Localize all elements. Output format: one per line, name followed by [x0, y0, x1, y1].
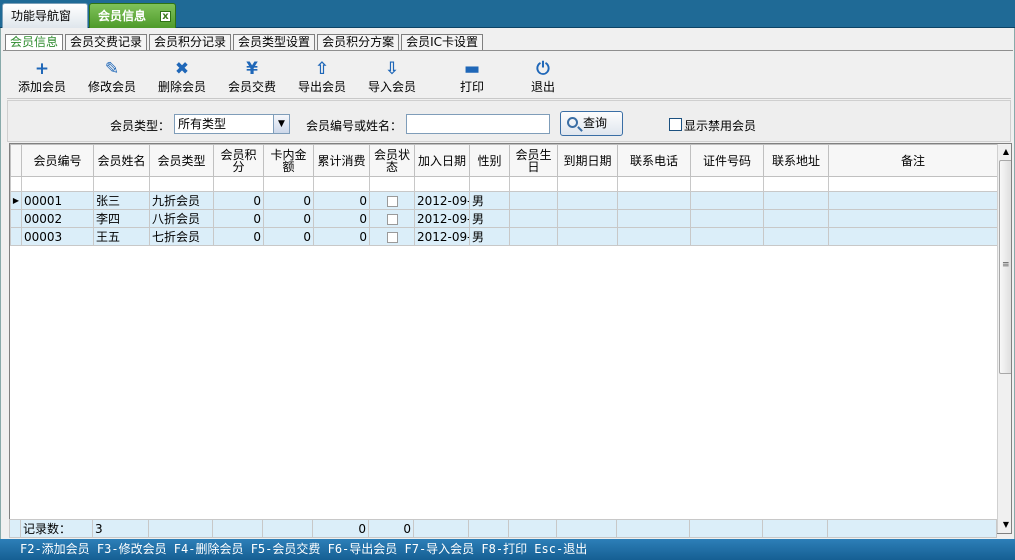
search-label: 会员编号或姓名：: [306, 119, 403, 133]
member-status-checkbox[interactable]: [386, 231, 398, 243]
vertical-scrollbar[interactable]: ▲ ≡ ▼: [997, 144, 1011, 533]
edit-member-label: 修改会员: [87, 80, 136, 94]
tab-nav-window[interactable]: 功能导航窗口: [2, 3, 88, 48]
query-label: 查询: [583, 116, 608, 130]
column-header[interactable]: 证件号码: [690, 144, 764, 177]
close-icon[interactable]: x: [160, 11, 171, 22]
row-indicator-header: [10, 144, 22, 177]
power-icon: ⏻: [536, 59, 550, 79]
export-member-label: 导出会员: [297, 80, 346, 94]
scroll-up-icon[interactable]: ▲: [999, 145, 1011, 159]
subtab-points-scheme[interactable]: 会员积分方案: [317, 34, 400, 50]
print-button[interactable]: ▬ 打印: [441, 58, 503, 98]
subtab-ic-card-settings[interactable]: 会员IC卡设置: [401, 34, 483, 50]
column-header[interactable]: 会员编号: [21, 144, 94, 177]
chevron-down-icon[interactable]: ▼: [273, 115, 289, 133]
member-status-checkbox[interactable]: [386, 195, 398, 207]
column-header[interactable]: 联系地址: [763, 144, 829, 177]
print-label: 打印: [459, 80, 484, 94]
column-header[interactable]: 备注: [828, 144, 998, 177]
member-grid: 会员编号 会员姓名 会员类型 会员积分 卡内金额 累计消费 会员状态 加入日期 …: [9, 143, 1012, 534]
member-payment-label: 会员交费: [227, 80, 276, 94]
window-tab-bar: 功能导航窗口 会员信息 x: [0, 0, 1015, 48]
tab-member-info-label: 会员信息: [98, 9, 147, 23]
add-member-button[interactable]: + 添加会员: [11, 58, 73, 98]
grip-icon: ≡: [1002, 260, 1010, 270]
filter-panel: 会员类型： 所有类型 ▼ 会员编号或姓名： 查询 显示禁用会员: [7, 100, 1011, 142]
exit-label: 退出: [530, 80, 555, 94]
toolbar: + 添加会员 ✎ 修改会员 ✖ 删除会员 ¥ 会员交费 ⇧ 导出会员 ⇩ 导入会…: [7, 58, 1007, 98]
delete-member-button[interactable]: ✖ 删除会员: [151, 58, 213, 98]
search-icon: [567, 117, 578, 128]
show-disabled-label: 显示禁用会员: [684, 119, 757, 133]
column-header[interactable]: 性别: [469, 144, 510, 177]
cross-icon: ✖: [174, 59, 190, 79]
member-type-value: 所有类型: [178, 117, 227, 131]
exit-button[interactable]: ⏻ 退出: [512, 58, 574, 98]
summary-row: 记录数： 3 0 0: [9, 519, 997, 538]
column-header[interactable]: 会员类型: [149, 144, 214, 177]
member-table: 会员编号 会员姓名 会员类型 会员积分 卡内金额 累计消费 会员状态 加入日期 …: [10, 144, 998, 246]
column-header[interactable]: 联系电话: [617, 144, 691, 177]
content-frame: 会员信息 会员交费记录 会员积分记录 会员类型设置 会员积分方案 会员IC卡设置…: [0, 28, 1015, 560]
subtab-member-info[interactable]: 会员信息: [5, 34, 64, 51]
spent-total: 0: [368, 519, 414, 538]
import-member-label: 导入会员: [367, 80, 416, 94]
sub-tab-bar: 会员信息 会员交费记录 会员积分记录 会员类型设置 会员积分方案 会员IC卡设置: [5, 34, 485, 51]
column-header[interactable]: 累计消费: [313, 144, 370, 177]
balance-total: 0: [312, 519, 369, 538]
edit-member-button[interactable]: ✎ 修改会员: [81, 58, 143, 98]
export-member-button[interactable]: ⇧ 导出会员: [291, 58, 353, 98]
subtab-payment-records[interactable]: 会员交费记录: [65, 34, 148, 50]
header-row: 会员编号 会员姓名 会员类型 会员积分 卡内金额 累计消费 会员状态 加入日期 …: [10, 144, 998, 177]
column-header[interactable]: 会员状态: [369, 144, 415, 177]
tab-member-info[interactable]: 会员信息 x: [89, 3, 176, 28]
pencil-icon: ✎: [104, 59, 120, 79]
toolbar-divider: [7, 98, 1011, 99]
show-disabled-checkbox[interactable]: [669, 118, 682, 131]
upload-icon: ⇧: [314, 59, 330, 79]
printer-icon: ▬: [463, 59, 481, 79]
yen-icon: ¥: [246, 59, 258, 79]
scroll-down-icon[interactable]: ▼: [999, 518, 1011, 532]
member-payment-button[interactable]: ¥ 会员交费: [221, 58, 283, 98]
current-row-indicator-icon: ▶: [10, 191, 22, 210]
filter-row: [10, 176, 998, 192]
table-row[interactable]: 00002 李四 八折会员 0 0 0 2012-09-0 男: [10, 209, 998, 228]
delete-member-label: 删除会员: [157, 80, 206, 94]
search-input[interactable]: [406, 114, 550, 134]
column-header[interactable]: 卡内金额: [263, 144, 314, 177]
table-row[interactable]: 00003 王五 七折会员 0 0 0 2012-09-0 男: [10, 227, 998, 246]
subtab-type-settings[interactable]: 会员类型设置: [233, 34, 316, 50]
member-type-select[interactable]: 所有类型 ▼: [174, 114, 290, 134]
column-header[interactable]: 加入日期: [414, 144, 470, 177]
member-status-checkbox[interactable]: [386, 213, 398, 225]
record-count-value: 3: [92, 519, 149, 538]
table-row[interactable]: ▶ 00001 张三 九折会员 0 0 0 2012-09-0 男: [10, 191, 998, 210]
record-count-label: 记录数：: [20, 519, 93, 538]
add-member-label: 添加会员: [17, 80, 66, 94]
import-member-button[interactable]: ⇩ 导入会员: [361, 58, 423, 98]
column-header[interactable]: 会员积分: [213, 144, 264, 177]
subtab-points-records[interactable]: 会员积分记录: [149, 34, 232, 50]
member-type-label: 会员类型：: [110, 119, 171, 133]
scrollbar-thumb[interactable]: ≡: [999, 160, 1011, 374]
query-button[interactable]: 查询: [560, 111, 623, 136]
column-header[interactable]: 会员姓名: [93, 144, 150, 177]
column-header[interactable]: 会员生日: [509, 144, 558, 177]
subtab-divider: [3, 50, 1013, 51]
status-bar: F2-添加会员 F3-修改会员 F4-删除会员 F5-会员交费 F6-导出会员 …: [0, 539, 1015, 560]
download-icon: ⇩: [384, 59, 400, 79]
plus-icon: +: [34, 59, 50, 79]
column-header[interactable]: 到期日期: [557, 144, 618, 177]
